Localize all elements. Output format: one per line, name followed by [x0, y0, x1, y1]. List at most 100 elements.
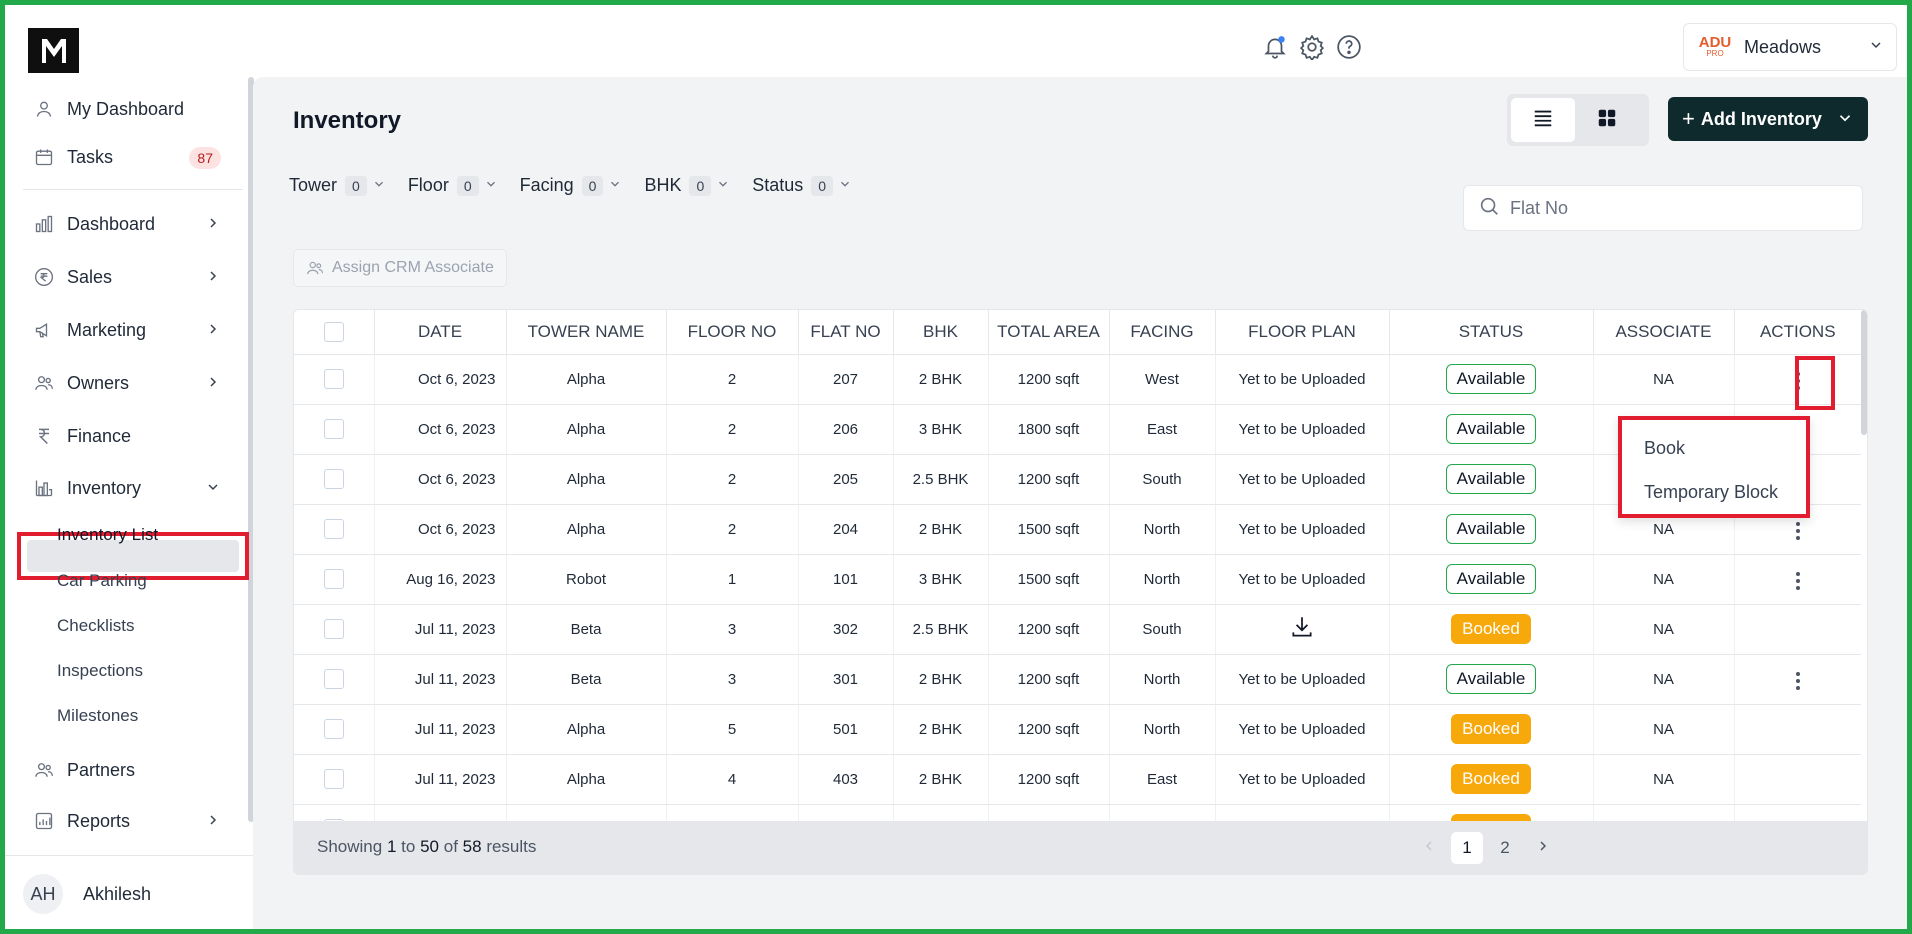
row-checkbox[interactable]	[323, 469, 344, 489]
filter-status[interactable]: Status 0	[752, 175, 852, 196]
filter-bar: Tower 0 Floor 0 Facing 0 BHK 0 Status 0	[289, 175, 874, 196]
row-select-cell	[294, 604, 375, 655]
sidebar-item-owners[interactable]: Owners	[23, 361, 243, 405]
more-options-icon[interactable]	[1786, 516, 1810, 546]
status-badge: Booked	[1451, 814, 1531, 821]
row-checkbox[interactable]	[323, 369, 344, 389]
table-cell: 1200 sqft	[988, 454, 1110, 505]
chevron-down-icon	[1836, 109, 1854, 132]
sidebar-item-finance[interactable]: Finance	[23, 414, 243, 458]
row-select-cell	[294, 354, 375, 405]
sidebar-item-my-dashboard[interactable]: My Dashboard	[23, 87, 243, 131]
help-icon[interactable]	[1333, 31, 1365, 63]
search-input[interactable]	[1510, 197, 1830, 219]
filter-bhk[interactable]: BHK 0	[644, 175, 730, 196]
table-cell: Jul 11, 2023	[374, 654, 507, 705]
sidebar-item-marketing[interactable]: Marketing	[23, 308, 243, 352]
menu-item-temporary-block[interactable]: Temporary Block	[1644, 482, 1778, 503]
assign-crm-associate-button[interactable]: Assign CRM Associate	[293, 249, 507, 287]
sidebar-item-inspections[interactable]: Inspections	[57, 651, 143, 691]
table-cell: Jul 11, 2023	[374, 604, 507, 655]
action-menu: Book Temporary Block	[1618, 416, 1810, 518]
row-checkbox[interactable]	[323, 619, 344, 639]
sidebar-divider	[23, 189, 243, 190]
sidebar-item-inventory-list[interactable]: Inventory List	[57, 515, 158, 555]
sidebar-item-car-parking[interactable]: Car Parking	[57, 561, 147, 601]
row-select-cell	[294, 654, 375, 705]
prev-page-button[interactable]	[1413, 832, 1445, 864]
filter-floor[interactable]: Floor 0	[408, 175, 498, 196]
sidebar-item-checklists[interactable]: Checklists	[57, 606, 134, 646]
column-header: ASSOCIATE	[1593, 310, 1735, 355]
table-scrollbar[interactable]	[1861, 310, 1867, 435]
table-cell: East	[1109, 754, 1216, 805]
page-button-2[interactable]: 2	[1489, 832, 1521, 864]
next-page-button[interactable]	[1527, 832, 1559, 864]
table-cell: Alpha	[506, 704, 667, 755]
page-button-1[interactable]: 1	[1451, 832, 1483, 864]
status-badge: Available	[1445, 414, 1537, 444]
table-cell: 2 BHK	[893, 804, 989, 821]
users-icon	[33, 759, 55, 781]
actions-cell	[1734, 554, 1861, 605]
bell-icon[interactable]	[1259, 31, 1291, 63]
menu-item-book[interactable]: Book	[1644, 438, 1685, 459]
table-cell: 1	[666, 554, 799, 605]
sidebar-item-milestones[interactable]: Milestones	[57, 696, 138, 736]
table-cell: Yet to be Uploaded	[1215, 504, 1390, 555]
grid-icon	[1596, 107, 1618, 134]
results-summary: Showing 1 to 50 of 58 results	[317, 837, 537, 856]
status-cell: Available	[1389, 554, 1594, 605]
more-options-icon[interactable]	[1786, 366, 1810, 396]
table-row: Jul 11, 2023 Beta 3 302 2.5 BHK 1200 sqft Sout…	[294, 604, 1861, 655]
download-icon[interactable]	[1289, 617, 1315, 644]
filter-tower[interactable]: Tower 0	[289, 175, 386, 196]
filter-facing[interactable]: Facing 0	[520, 175, 623, 196]
row-checkbox[interactable]	[323, 519, 344, 539]
select-all-checkbox[interactable]	[323, 322, 344, 342]
sidebar-item-label: Inventory	[67, 477, 142, 498]
app-logo[interactable]	[28, 28, 79, 73]
chevron-right-icon	[1535, 838, 1551, 859]
table-cell: 2.5 BHK	[893, 604, 989, 655]
table-cell: 3	[666, 654, 799, 705]
sidebar-item-sales[interactable]: Sales	[23, 255, 243, 299]
sidebar-item-label: Marketing	[67, 319, 147, 340]
assign-label: Assign CRM Associate	[332, 259, 494, 276]
sidebar-item-tasks[interactable]: Tasks 87	[23, 135, 243, 179]
gear-icon[interactable]	[1296, 31, 1328, 63]
user-profile[interactable]: AH Akhilesh	[23, 870, 151, 918]
row-checkbox[interactable]	[323, 719, 344, 739]
table-cell: 2 BHK	[893, 504, 989, 555]
table-cell: NA	[1593, 754, 1735, 805]
table-header-row: DATE TOWER NAME FLOOR NO FLAT NO BHK TOT…	[294, 310, 1861, 355]
table-cell: 2	[666, 404, 799, 455]
column-header: DATE	[374, 310, 507, 355]
sidebar-item-dashboard[interactable]: Dashboard	[23, 202, 243, 246]
megaphone-icon	[33, 319, 55, 341]
row-select-cell	[294, 504, 375, 555]
row-checkbox[interactable]	[323, 769, 344, 789]
status-badge: Booked	[1451, 614, 1531, 644]
column-header: FLAT NO	[798, 310, 894, 355]
more-options-icon[interactable]	[1786, 666, 1810, 696]
sidebar-item-inventory[interactable]: Inventory	[23, 466, 243, 510]
pagination-bar: Showing 1 to 50 of 58 results 1 2	[293, 822, 1868, 875]
list-view-button[interactable]	[1511, 98, 1575, 142]
sidebar-item-partners[interactable]: Partners	[23, 748, 243, 792]
grid-view-button[interactable]	[1575, 98, 1639, 142]
table-cell: Yet to be Uploaded	[1215, 754, 1390, 805]
table-cell: 301	[798, 654, 894, 705]
table-cell: NA	[1593, 704, 1735, 755]
more-options-icon[interactable]	[1786, 566, 1810, 596]
row-checkbox[interactable]	[323, 569, 344, 589]
add-inventory-button[interactable]: + Add Inventory	[1668, 97, 1868, 141]
user-icon	[33, 98, 55, 120]
top-header: ADU PRO Meadows	[5, 5, 1907, 77]
chevron-down-icon	[205, 479, 221, 500]
project-selector[interactable]: ADU PRO Meadows	[1683, 23, 1897, 71]
row-checkbox[interactable]	[323, 419, 344, 439]
actions-cell	[1734, 754, 1861, 805]
row-checkbox[interactable]	[323, 669, 344, 689]
sidebar-item-reports[interactable]: Reports	[23, 799, 243, 843]
